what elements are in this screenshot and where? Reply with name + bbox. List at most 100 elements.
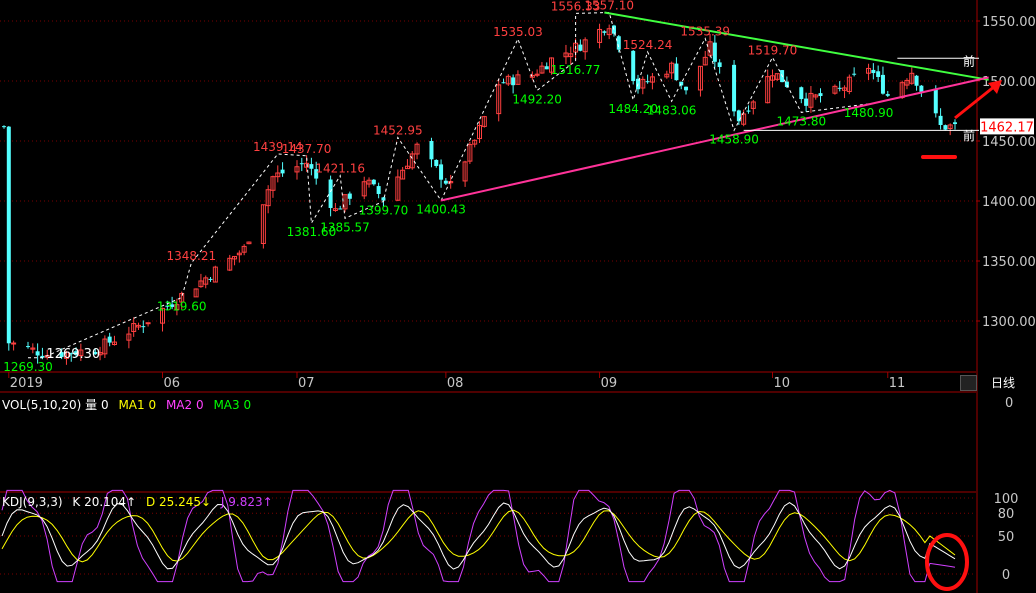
kdj-tick-label: 50 xyxy=(998,530,1015,545)
candle-body xyxy=(544,66,549,70)
candle-body xyxy=(732,64,737,112)
right-mark-lower: 前 xyxy=(963,128,975,143)
candle-body xyxy=(347,193,352,199)
price-tick-label: 1450.00 xyxy=(982,135,1036,150)
kdj-axis: 10080 50 0 xyxy=(994,492,1019,583)
kdj-tick-label: 0 xyxy=(1002,568,1010,583)
candle-body xyxy=(784,81,789,88)
kdj-legend: KDJ(9,3,3) K 20.104↑ D 25.245↓ J 9.823↑ xyxy=(2,495,279,509)
scroll-right-button[interactable] xyxy=(960,375,977,391)
candle-body xyxy=(674,63,679,81)
candle-body xyxy=(933,88,938,114)
high-label: 1557.10 xyxy=(584,0,634,12)
low-label: 1385.57 xyxy=(320,220,370,234)
candle-body xyxy=(11,342,17,345)
candle-body xyxy=(953,122,957,125)
price-tick-label: 1500.00 xyxy=(982,75,1036,90)
candle-body xyxy=(328,179,333,208)
candle-body xyxy=(35,351,40,356)
vol-legend-ma2: MA2 0 xyxy=(165,398,204,412)
candle-body xyxy=(141,326,146,328)
date-tick-label: 08 xyxy=(447,376,464,391)
low-label: 1516.77 xyxy=(551,63,601,77)
vol-legend-ma1: MA1 0 xyxy=(118,398,157,412)
candle-body xyxy=(919,85,924,92)
candle-body xyxy=(631,50,636,82)
low-label: 1319.60 xyxy=(157,299,207,313)
date-tick-label: 11 xyxy=(889,376,906,391)
candle-body xyxy=(852,73,857,75)
volume-tick-label: 0 xyxy=(1005,396,1013,411)
candle-body xyxy=(717,62,722,67)
candle-body xyxy=(645,81,650,83)
hand-annotations xyxy=(921,80,1002,591)
base-price-label: 1269.30 xyxy=(46,347,100,362)
candle-body xyxy=(616,36,621,50)
price-tick-label: 1550.00 xyxy=(982,15,1036,30)
candle-body xyxy=(26,346,31,348)
right-mark-upper: 前 xyxy=(963,54,975,69)
candle-body xyxy=(746,110,751,112)
annotation-circle xyxy=(925,533,969,591)
high-label: 1452.95 xyxy=(373,123,423,137)
kdj-tick-label: 100 xyxy=(994,492,1019,507)
high-label: 1524.24 xyxy=(623,38,673,52)
candle-body xyxy=(876,71,881,77)
price-tick-label: 1350.00 xyxy=(982,255,1036,270)
candle-body xyxy=(309,164,314,169)
candle-body xyxy=(914,75,919,86)
candle-body xyxy=(381,197,386,201)
zigzag-lines xyxy=(28,11,869,359)
date-axis: 2019 06 07 08 09 10 11 xyxy=(8,372,906,391)
high-label: 1437.70 xyxy=(282,142,332,156)
candle-body xyxy=(943,125,948,130)
candle-body xyxy=(712,42,717,62)
low-label: 1480.90 xyxy=(844,106,894,120)
low-label: 1269.30 xyxy=(3,360,53,374)
candle-body xyxy=(938,115,943,126)
price-tick-label: 1400.00 xyxy=(982,195,1036,210)
high-label: 1519.70 xyxy=(748,43,798,57)
candle-body xyxy=(443,180,448,184)
low-label: 1399.70 xyxy=(359,203,409,217)
volume-legend: VOL(5,10,20) 量 0 MA1 0 MA2 0 MA3 0 xyxy=(2,396,257,413)
candle-body xyxy=(511,77,516,86)
date-tick-label: 2019 xyxy=(10,376,43,391)
candle-body xyxy=(371,179,376,185)
candle-body xyxy=(871,69,876,74)
candle-body xyxy=(501,82,506,84)
candle-body xyxy=(376,186,381,194)
candle-body xyxy=(434,159,439,166)
current-price-value: 1462.17 xyxy=(980,120,1034,135)
price-axis: 1550.00 1500.00 1450.00 1400.00 1350.00 1300.… xyxy=(976,15,1036,330)
vol-legend-volume: 量 0 xyxy=(85,398,109,412)
date-tick-label: 06 xyxy=(164,376,181,391)
date-tick-label: 09 xyxy=(601,376,618,391)
candle-body xyxy=(145,322,151,325)
candle-body xyxy=(799,87,804,100)
low-label: 1492.20 xyxy=(512,92,562,106)
candle-body xyxy=(602,31,607,33)
price-tick-label: 1300.00 xyxy=(982,315,1036,330)
low-label: 1400.43 xyxy=(416,202,466,216)
kdj-legend-j: J 9.823↑ xyxy=(220,495,273,509)
candle-body xyxy=(804,98,809,106)
candle-body xyxy=(429,140,434,160)
date-tick-label: 10 xyxy=(773,376,790,391)
period-selector[interactable]: 日线 xyxy=(991,374,1015,391)
kdj-title: KDJ(9,3,3) xyxy=(2,495,63,509)
candle-body xyxy=(299,163,304,165)
candle-body xyxy=(818,93,823,97)
candle-body xyxy=(684,86,689,91)
kdj-legend-k: K 20.104↑ xyxy=(72,495,137,509)
volume-axis: 0 xyxy=(1005,396,1013,411)
candle-body xyxy=(885,94,890,96)
high-label: 1535.39 xyxy=(680,25,730,39)
candle-body xyxy=(578,44,583,51)
date-tick-label: 07 xyxy=(298,376,315,391)
candle-body xyxy=(880,74,885,94)
low-label: 1483.06 xyxy=(647,103,697,117)
vol-title: VOL(5,10,20) xyxy=(2,398,82,412)
candle-body xyxy=(208,278,213,280)
price-labels: 1348.211439.141437.701421.161452.951535.… xyxy=(3,0,1034,374)
